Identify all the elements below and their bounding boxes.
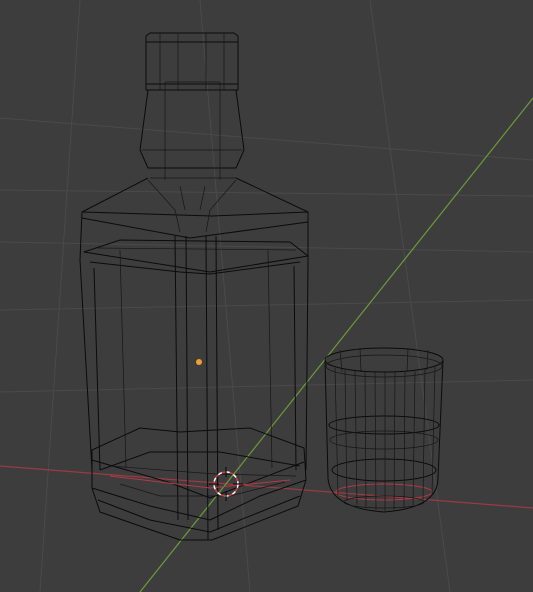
bottle-wireframe[interactable]: [79, 32, 309, 541]
viewport-canvas[interactable]: [0, 0, 533, 592]
object-origin-icon: [196, 359, 202, 365]
3d-viewport[interactable]: [0, 0, 533, 592]
floor-grid: [0, 0, 533, 592]
glass-wireframe[interactable]: [324, 347, 444, 513]
